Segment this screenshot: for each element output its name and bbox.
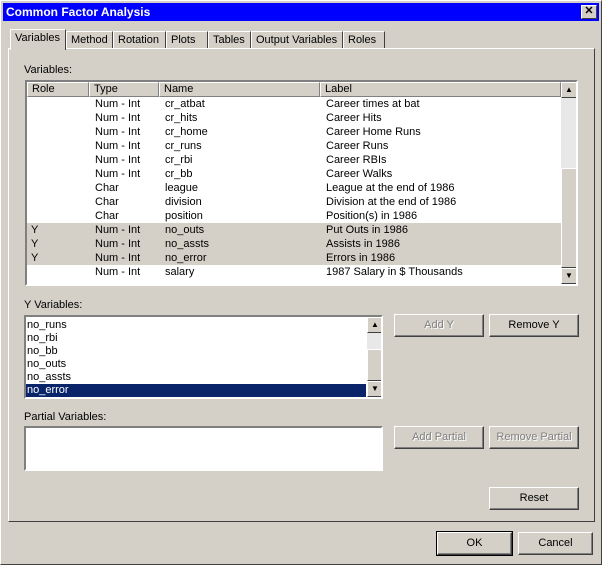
cell-type: Char	[95, 182, 119, 194]
scroll-thumb[interactable]	[561, 168, 576, 268]
cell-label: Errors in 1986	[326, 252, 396, 264]
column-header-name[interactable]: Name	[159, 82, 320, 97]
cell-name: no_assts	[165, 238, 210, 250]
cell-type: Num - Int	[95, 98, 141, 110]
list-item[interactable]: no_runs	[26, 319, 366, 332]
cell-type: Char	[95, 210, 119, 222]
y-list-scrollbar[interactable]: ▲ ▼	[367, 317, 381, 397]
cell-name: league	[165, 182, 199, 194]
cell-type: Num - Int	[95, 126, 141, 138]
scroll-down-icon[interactable]: ▼	[367, 381, 381, 397]
partial-variables-label: Partial Variables:	[24, 411, 107, 423]
cell-name: cr_atbat	[165, 98, 205, 110]
partial-variables-list[interactable]	[24, 426, 383, 471]
table-row[interactable]: Num - Int cr_atbat Career times at bat	[27, 97, 561, 111]
cell-role: Y	[31, 224, 39, 236]
cell-name: no_outs	[165, 224, 205, 236]
add-partial-button[interactable]: Add Partial	[394, 426, 484, 449]
title-bar: Common Factor Analysis	[3, 3, 599, 21]
cell-name: cr_bb	[165, 168, 193, 180]
reset-button[interactable]: Reset	[489, 487, 579, 510]
column-header-type[interactable]: Type	[89, 82, 159, 97]
cell-role: Y	[31, 238, 39, 250]
cell-name: cr_runs	[165, 140, 202, 152]
cell-label: Career Walks	[326, 168, 393, 180]
scroll-up-icon[interactable]: ▲	[561, 82, 576, 98]
cell-name: division	[165, 196, 202, 208]
table-row[interactable]: Num - Int salary 1987 Salary in $ Thousand…	[27, 265, 561, 279]
list-item[interactable]: no_assts	[26, 371, 366, 384]
cell-label: Career times at bat	[326, 98, 420, 110]
variables-scrollbar[interactable]: ▲ ▼	[561, 82, 576, 284]
cell-type: Num - Int	[95, 140, 141, 152]
cell-label: Career Home Runs	[326, 126, 421, 138]
scroll-up-icon[interactable]: ▲	[367, 317, 381, 333]
cell-label: 1987 Salary in $ Thousands	[326, 266, 463, 278]
window-title: Common Factor Analysis	[6, 5, 151, 19]
table-row[interactable]: Y Num - Int no_assts Assists in 1986	[27, 237, 561, 251]
cell-name: salary	[165, 266, 195, 278]
close-icon: ✕	[584, 5, 594, 17]
table-row[interactable]: Num - Int cr_rbi Career RBIs	[27, 153, 561, 167]
cell-label: Position(s) in 1986	[326, 210, 418, 222]
cell-label: Assists in 1986	[326, 238, 400, 250]
cell-label: Career Runs	[326, 140, 389, 152]
cell-label: Put Outs in 1986	[326, 224, 408, 236]
table-row[interactable]: Num - Int cr_runs Career Runs	[27, 139, 561, 153]
tab-roles[interactable]: Roles	[343, 31, 385, 49]
cell-type: Num - Int	[95, 252, 141, 264]
cell-label: Career RBIs	[326, 154, 387, 166]
cell-role: Y	[31, 252, 39, 264]
cell-name: cr_hits	[165, 112, 198, 124]
list-item[interactable]: no_outs	[26, 358, 366, 371]
cell-type: Num - Int	[95, 224, 141, 236]
list-item[interactable]: no_bb	[26, 345, 366, 358]
remove-partial-button[interactable]: Remove Partial	[489, 426, 579, 449]
tab-plots[interactable]: Plots	[166, 31, 208, 49]
table-row[interactable]: Y Num - Int no_outs Put Outs in 1986	[27, 223, 561, 237]
column-header-label[interactable]: Label	[320, 82, 561, 97]
remove-y-button[interactable]: Remove Y	[489, 314, 579, 337]
cell-label: Division at the end of 1986	[326, 196, 457, 208]
cell-name: no_error	[165, 252, 207, 264]
table-row[interactable]: Char league League at the end of 1986	[27, 181, 561, 195]
tab-method[interactable]: Method	[66, 31, 113, 49]
cell-name: cr_home	[165, 126, 208, 138]
add-y-button[interactable]: Add Y	[394, 314, 484, 337]
ok-button[interactable]: OK	[436, 531, 513, 556]
table-row[interactable]: Num - Int cr_hits Career Hits	[27, 111, 561, 125]
tab-rotation[interactable]: Rotation	[113, 31, 166, 49]
tab-variables[interactable]: Variables	[10, 29, 66, 50]
table-row[interactable]: Num - Int cr_home Career Home Runs	[27, 125, 561, 139]
table-row[interactable]: Char division Division at the end of 1986	[27, 195, 561, 209]
list-item[interactable]: no_rbi	[26, 332, 366, 345]
cell-type: Num - Int	[95, 112, 141, 124]
tab-tables[interactable]: Tables	[208, 31, 251, 49]
variables-label: Variables:	[24, 64, 73, 76]
variables-table: Role Type Name Label Num - Int cr_atbat Ca…	[25, 80, 578, 286]
table-row[interactable]: Char position Position(s) in 1986	[27, 209, 561, 223]
table-row[interactable]: Num - Int cr_bb Career Walks	[27, 167, 561, 181]
scroll-thumb[interactable]	[367, 349, 381, 381]
cell-type: Num - Int	[95, 168, 141, 180]
cell-type: Num - Int	[95, 154, 141, 166]
tab-output-variables[interactable]: Output Variables	[251, 31, 343, 49]
list-item[interactable]: no_error	[26, 384, 366, 397]
cell-type: Char	[95, 196, 119, 208]
column-header-role[interactable]: Role	[27, 82, 89, 97]
cancel-button[interactable]: Cancel	[518, 532, 593, 555]
cell-name: position	[165, 210, 203, 222]
cell-label: League at the end of 1986	[326, 182, 455, 194]
cell-name: cr_rbi	[165, 154, 193, 166]
y-variables-label: Y Variables:	[24, 299, 83, 311]
y-variables-list[interactable]: no_runs no_rbi no_bb no_outs no_assts no_erro…	[24, 315, 383, 399]
cell-type: Num - Int	[95, 266, 141, 278]
scroll-down-icon[interactable]: ▼	[561, 268, 576, 284]
table-row[interactable]: Y Num - Int no_error Errors in 1986	[27, 251, 561, 265]
cell-type: Num - Int	[95, 238, 141, 250]
cell-label: Career Hits	[326, 112, 382, 124]
close-button[interactable]: ✕	[581, 5, 597, 19]
